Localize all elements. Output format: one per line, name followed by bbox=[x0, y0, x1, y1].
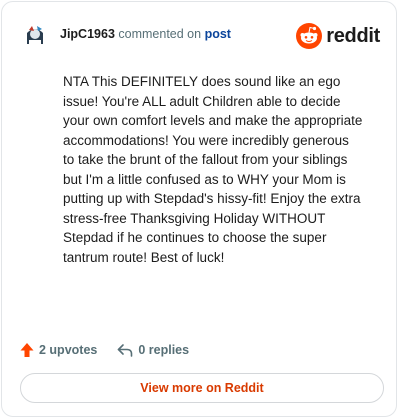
upvote-count: 2 upvotes bbox=[39, 343, 98, 357]
reply-button[interactable]: 0 replies bbox=[117, 343, 189, 357]
action-text: commented on bbox=[118, 27, 202, 41]
view-more-button[interactable]: View more on Reddit bbox=[20, 373, 384, 403]
comment-header: JipC1963 commented on post reddit bbox=[20, 20, 382, 50]
reddit-wordmark: reddit bbox=[326, 24, 380, 47]
comment-body: NTA This DEFINITELY does sound like an e… bbox=[63, 74, 363, 265]
reddit-brand[interactable]: reddit bbox=[296, 21, 380, 51]
username[interactable]: JipC1963 bbox=[60, 27, 115, 41]
comment-actions: 2 upvotes 0 replies bbox=[20, 340, 209, 360]
upvote-button[interactable]: 2 upvotes bbox=[20, 342, 97, 358]
reddit-logo-icon bbox=[296, 23, 323, 49]
comment-meta: JipC1963 commented on post bbox=[60, 27, 231, 41]
reply-icon bbox=[118, 344, 133, 357]
reply-count: 0 replies bbox=[138, 343, 190, 357]
user-avatar[interactable] bbox=[20, 20, 50, 50]
arrow-up-icon bbox=[20, 343, 34, 357]
post-link[interactable]: post bbox=[205, 27, 231, 41]
comment-card: JipC1963 commented on post reddit NTA Th… bbox=[1, 1, 397, 417]
